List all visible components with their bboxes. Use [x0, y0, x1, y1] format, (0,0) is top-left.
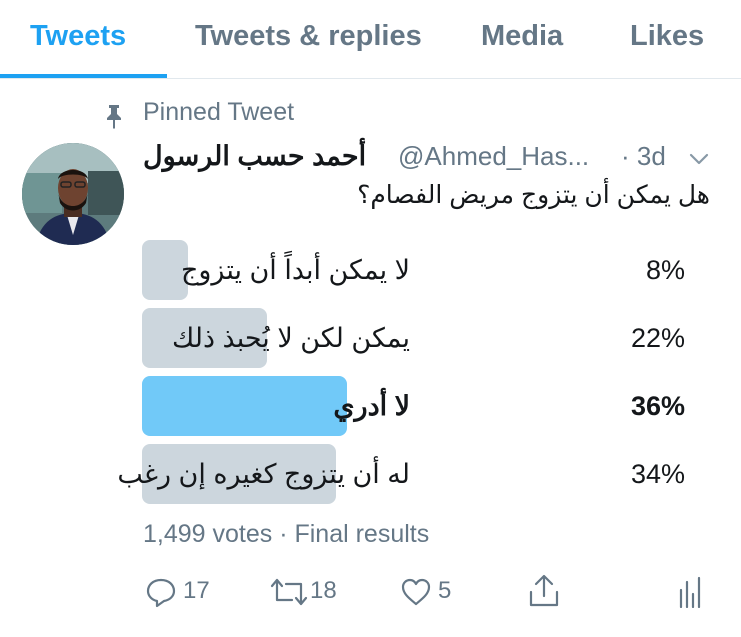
avatar[interactable] [22, 143, 124, 245]
poll-option-label: لا أدري [333, 391, 410, 421]
analytics-icon [679, 576, 701, 608]
retweet-count: 18 [310, 577, 337, 604]
reply-icon [146, 578, 176, 608]
profile-tabs: Tweets Tweets & replies Media Likes [0, 0, 741, 79]
active-tab-indicator [0, 74, 167, 78]
tweet-text: هل يمكن أن يتزوج مريض الفصام؟ [357, 181, 710, 209]
author-name[interactable]: أحمد حسب الرسول [143, 141, 366, 172]
poll-option-percent: 22% [630, 323, 685, 353]
reply-count: 17 [183, 577, 210, 604]
reply-button[interactable]: 17 [145, 572, 215, 612]
pin-icon [107, 105, 121, 129]
poll-option-label: يمكن لكن لا يُحبذ ذلك [172, 323, 410, 353]
share-icon [529, 574, 559, 607]
poll-option-percent: 36% [630, 391, 685, 421]
like-button[interactable]: 5 [400, 572, 460, 612]
tab-tweets[interactable]: Tweets [30, 0, 126, 76]
analytics-button[interactable] [678, 572, 702, 612]
tweet-header: أحمد حسب الرسول @Ahmed_Has... · 3d [143, 138, 723, 178]
poll-option-bar [142, 376, 347, 436]
poll-option: يمكن لكن لا يُحبذ ذلك 22% [142, 308, 712, 368]
like-count: 5 [438, 577, 452, 604]
retweet-icon [270, 578, 308, 606]
poll-option-percent: 8% [645, 255, 685, 285]
poll-option-label: له أن يتزوج كغيره إن رغب [117, 459, 410, 489]
tweet-timestamp[interactable]: · 3d [621, 141, 666, 172]
tab-likes[interactable]: Likes [630, 0, 704, 76]
author-handle[interactable]: @Ahmed_Has... [398, 141, 589, 172]
poll-option-percent: 34% [630, 459, 685, 489]
poll-option-winner: لا أدري 36% [142, 376, 712, 436]
poll-option-label: لا يمكن أبداً أن يتزوج [180, 255, 410, 285]
tab-media[interactable]: Media [481, 0, 563, 76]
retweet-button[interactable]: 18 [270, 572, 350, 612]
poll-option: له أن يتزوج كغيره إن رغب 34% [117, 444, 712, 504]
poll-option: لا يمكن أبداً أن يتزوج 8% [142, 240, 712, 300]
pinned-tweet-label: Pinned Tweet [143, 98, 295, 126]
chevron-down-icon[interactable] [688, 148, 710, 170]
tab-tweets-and-replies[interactable]: Tweets & replies [195, 0, 422, 76]
avatar-photo [22, 143, 124, 245]
share-button[interactable] [528, 572, 560, 612]
like-icon [401, 578, 431, 606]
poll-summary: 1,499 votes · Final results [143, 520, 430, 548]
